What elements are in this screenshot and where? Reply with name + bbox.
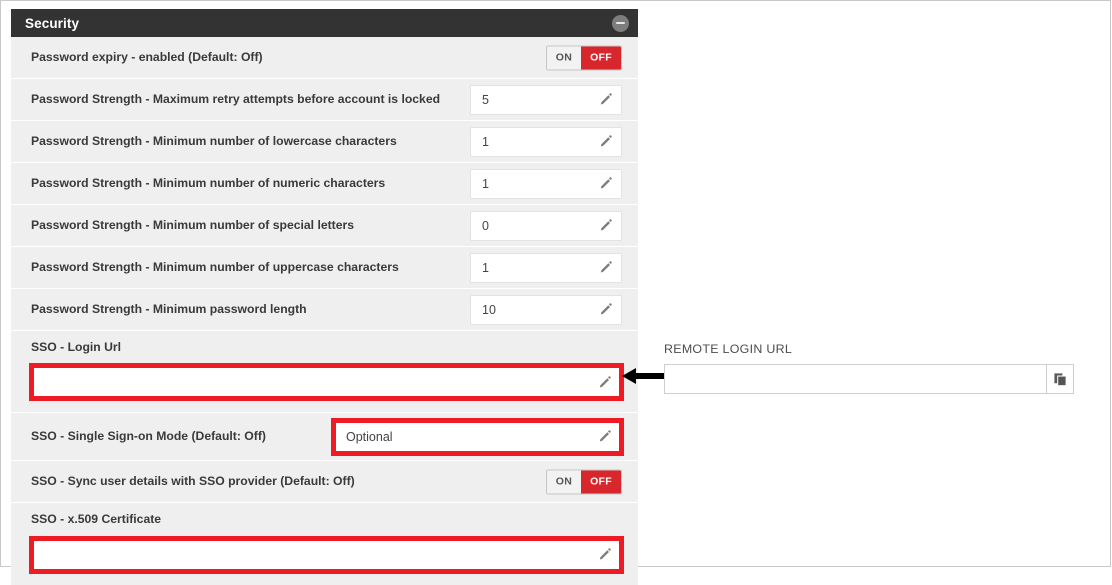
sso-login-url-field[interactable]: [34, 368, 619, 397]
security-panel: Security Password expiry - enabled (Defa…: [11, 9, 638, 585]
setting-label: SSO - Sync user details with SSO provide…: [31, 474, 355, 489]
setting-label: Password Strength - Maximum retry attemp…: [31, 91, 441, 106]
setting-label: SSO - Single Sign-on Mode (Default: Off): [31, 429, 266, 444]
toggle-on-segment[interactable]: ON: [546, 46, 582, 69]
remote-login-section: REMOTE LOGIN URL: [664, 342, 1074, 394]
panel-body: Password expiry - enabled (Default: Off)…: [11, 37, 638, 585]
max-retry-attempts-field[interactable]: 5: [470, 84, 622, 115]
pencil-icon[interactable]: [597, 375, 612, 390]
pencil-icon[interactable]: [598, 134, 613, 149]
sso-mode-field[interactable]: Optional: [336, 422, 619, 451]
minus-circle-icon[interactable]: [612, 14, 629, 32]
remote-login-label: REMOTE LOGIN URL: [664, 342, 793, 356]
table-row: Password Strength - Maximum retry attemp…: [11, 79, 638, 121]
remote-login-input-group: [664, 364, 1074, 394]
table-row: SSO - Single Sign-on Mode (Default: Off)…: [11, 413, 638, 462]
pencil-icon[interactable]: [598, 218, 613, 233]
table-row: Password expiry - enabled (Default: Off)…: [11, 37, 638, 79]
table-row: Password Strength - Minimum number of up…: [11, 247, 638, 289]
page-root: Security Password expiry - enabled (Defa…: [0, 0, 1111, 585]
sso-login-url-highlight: [29, 363, 624, 402]
password-expiry-toggle[interactable]: ON OFF: [545, 45, 622, 70]
pencil-icon[interactable]: [598, 260, 613, 275]
field-value: 5: [482, 92, 489, 107]
toggle-on-segment[interactable]: ON: [546, 470, 582, 494]
pencil-icon[interactable]: [598, 302, 613, 317]
min-uppercase-field[interactable]: 1: [470, 252, 622, 283]
sso-sync-toggle[interactable]: ON OFF: [545, 469, 622, 495]
table-row: Password Strength - Minimum number of sp…: [11, 205, 638, 247]
table-row: Password Strength - Minimum number of nu…: [11, 163, 638, 205]
panel-header: Security: [11, 9, 638, 37]
page-title: Security: [25, 15, 80, 31]
setting-label: Password expiry - enabled (Default: Off): [31, 49, 263, 64]
minus-bar: [616, 21, 625, 25]
field-value: 1: [482, 176, 489, 191]
setting-label: Password Strength - Minimum number of up…: [31, 259, 399, 274]
min-numeric-field[interactable]: 1: [470, 168, 622, 199]
sso-mode-highlight: Optional: [331, 417, 624, 456]
table-row: Password Strength - Minimum number of lo…: [11, 121, 638, 163]
sso-certificate-field[interactable]: [34, 540, 619, 569]
field-value: Optional: [346, 429, 393, 444]
copy-icon: [1053, 372, 1067, 386]
copy-button[interactable]: [1046, 364, 1074, 394]
setting-label: Password Strength - Minimum number of lo…: [31, 133, 397, 148]
table-row: Password Strength - Minimum password len…: [11, 289, 638, 331]
pencil-icon[interactable]: [597, 429, 612, 444]
setting-label: Password Strength - Minimum password len…: [31, 301, 307, 316]
field-value: 10: [482, 302, 496, 317]
min-special-field[interactable]: 0: [470, 210, 622, 241]
remote-login-input[interactable]: [664, 364, 1046, 394]
pencil-icon[interactable]: [598, 176, 613, 191]
toggle-off-segment[interactable]: OFF: [581, 470, 621, 494]
field-value: 0: [482, 218, 489, 233]
field-value: 1: [482, 134, 489, 149]
min-password-length-field[interactable]: 10: [470, 294, 622, 325]
pencil-icon[interactable]: [598, 92, 613, 107]
arrow-left-icon: [622, 368, 668, 384]
setting-label: SSO - Login Url: [31, 340, 122, 354]
table-row: SSO - Login Url: [11, 331, 638, 414]
min-lowercase-field[interactable]: 1: [470, 126, 622, 157]
setting-label: Password Strength - Minimum number of nu…: [31, 175, 386, 190]
setting-label: Password Strength - Minimum number of sp…: [31, 217, 355, 232]
table-row: SSO - Sync user details with SSO provide…: [11, 461, 638, 504]
setting-label: SSO - x.509 Certificate: [31, 512, 162, 527]
pencil-icon[interactable]: [597, 547, 612, 562]
toggle-off-segment[interactable]: OFF: [581, 46, 621, 69]
table-row: SSO - x.509 Certificate: [11, 503, 638, 585]
field-value: 1: [482, 260, 489, 275]
